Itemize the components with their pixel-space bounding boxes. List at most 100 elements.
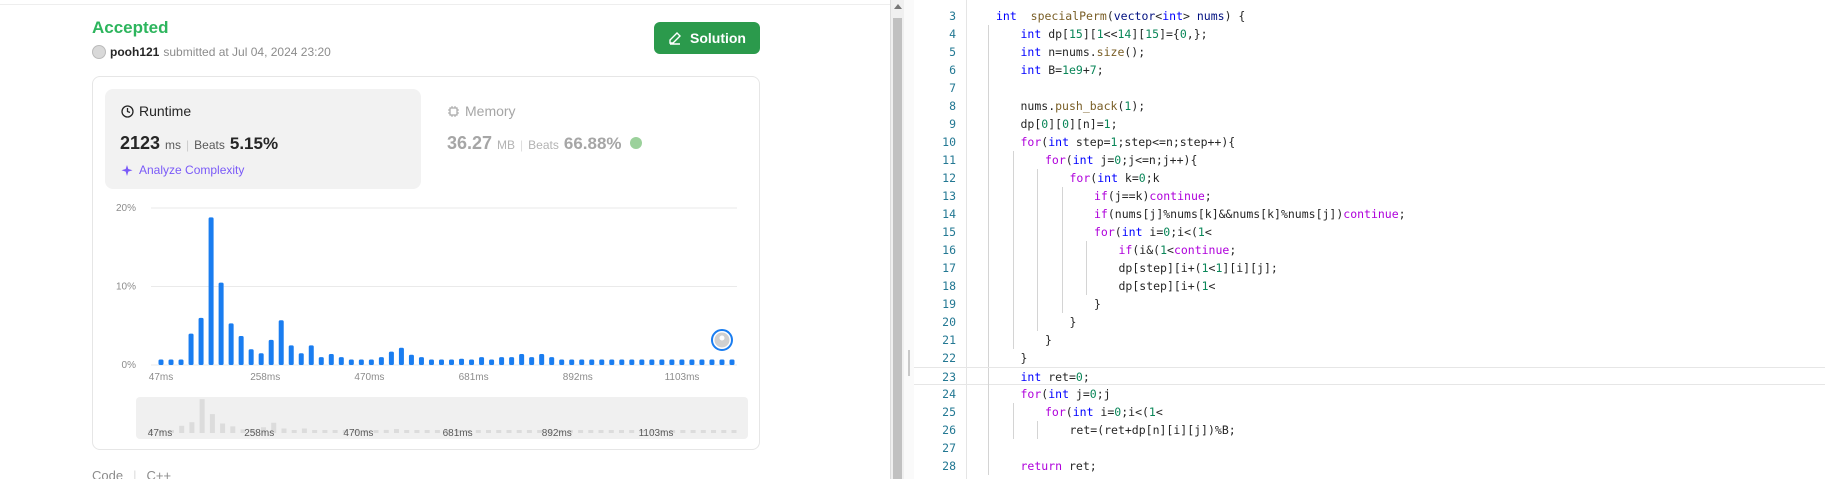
scroll-up-icon[interactable]: [894, 4, 902, 9]
chart-bar[interactable]: [278, 320, 284, 365]
chart-bar[interactable]: [599, 359, 605, 365]
panel-scrollbar[interactable]: [890, 0, 904, 479]
chart-bar[interactable]: [268, 339, 274, 365]
chart-bar[interactable]: [669, 359, 675, 365]
chart-bar[interactable]: [288, 345, 294, 365]
code-line[interactable]: 7: [914, 79, 1825, 97]
chart-bar[interactable]: [519, 354, 525, 365]
chart-bar[interactable]: [388, 351, 394, 365]
chart-bar[interactable]: [729, 359, 735, 365]
chart-bar[interactable]: [699, 359, 705, 365]
chart-bar[interactable]: [709, 359, 715, 365]
code-tab[interactable]: Code: [92, 468, 123, 479]
avatar[interactable]: [92, 45, 106, 59]
scrollbar-thumb[interactable]: [893, 18, 902, 479]
chart-bar[interactable]: [308, 345, 314, 365]
memory-tab[interactable]: Memory: [447, 103, 516, 119]
chart-bar[interactable]: [629, 359, 635, 365]
chart-bar[interactable]: [178, 359, 184, 365]
code-line[interactable]: 22}: [914, 349, 1825, 367]
chart-bar[interactable]: [168, 359, 174, 365]
chart-bar[interactable]: [238, 335, 244, 365]
chart-bar[interactable]: [559, 359, 565, 365]
chart-bar[interactable]: [218, 282, 224, 365]
code-line[interactable]: 26 ret=(ret+dp[n][i][j])%B;: [914, 421, 1825, 439]
code-line[interactable]: 3 int specialPerm(vector<int> nums) {: [914, 7, 1825, 25]
chart-bar[interactable]: [609, 359, 615, 365]
chart-bar[interactable]: [659, 359, 665, 365]
code-line[interactable]: 12 for(int k=0;k: [914, 169, 1825, 187]
chart-bar[interactable]: [499, 357, 505, 365]
solution-button[interactable]: Solution: [654, 22, 760, 54]
code-line[interactable]: 20}: [914, 313, 1825, 331]
mini-bar: [516, 430, 522, 433]
code-editor[interactable]: 3 int specialPerm(vector<int> nums) {4 int…: [914, 0, 1825, 479]
chart-bar[interactable]: [398, 347, 404, 365]
chart-range-slider[interactable]: 47ms 258ms 470ms 681ms 892ms 1103ms: [136, 397, 748, 439]
chart-bar[interactable]: [328, 354, 334, 365]
chart-bar[interactable]: [378, 357, 384, 365]
chart-bar[interactable]: [569, 359, 575, 365]
code-line[interactable]: 8 nums.push_back(1);: [914, 97, 1825, 115]
chart-bar[interactable]: [549, 357, 555, 365]
chart-bar[interactable]: [438, 359, 444, 365]
chart-bar[interactable]: [198, 317, 204, 365]
code-line[interactable]: 5 int n=nums.size();: [914, 43, 1825, 61]
code-line[interactable]: 25 for(int i=0;i<(1<: [914, 403, 1825, 421]
chart-bar[interactable]: [228, 323, 234, 365]
chart-bar[interactable]: [418, 357, 424, 365]
chart-bar[interactable]: [539, 354, 545, 365]
chart-bar[interactable]: [689, 359, 695, 365]
code-text: for(int i=0;i<(1<: [1045, 403, 1163, 421]
code-line[interactable]: 19}: [914, 295, 1825, 313]
code-line[interactable]: 15 for(int i=0;i<(1<: [914, 223, 1825, 241]
code-line[interactable]: 28 return ret;: [914, 457, 1825, 475]
chart-bar[interactable]: [459, 358, 465, 365]
runtime-distribution-chart[interactable]: 20% 10% 0% 47ms 258ms 470ms 681ms 892ms 1103ms: [92, 195, 760, 385]
code-line[interactable]: 16 if(i&(1<continue;: [914, 241, 1825, 259]
chart-bar[interactable]: [188, 333, 194, 365]
code-line[interactable]: 23 int ret=0;: [914, 367, 1825, 386]
chart-bar[interactable]: [529, 357, 535, 365]
chart-bar[interactable]: [368, 359, 374, 365]
chart-bar[interactable]: [318, 357, 324, 365]
indent-guide: [1012, 169, 1014, 187]
chart-bar[interactable]: [639, 359, 645, 365]
chart-bar[interactable]: [358, 359, 364, 365]
panel-resize-handle[interactable]: [908, 350, 910, 376]
code-line[interactable]: 13 if(j==k)continue;: [914, 187, 1825, 205]
chart-bar[interactable]: [679, 359, 685, 365]
code-line[interactable]: 11 for(int j=0;j<=n;j++){: [914, 151, 1825, 169]
chart-bar[interactable]: [428, 359, 434, 365]
code-line[interactable]: 21}: [914, 331, 1825, 349]
chart-bar[interactable]: [619, 359, 625, 365]
code-line[interactable]: 6 int B=1e9+7;: [914, 61, 1825, 79]
chart-bar[interactable]: [208, 217, 214, 365]
chart-bar[interactable]: [158, 359, 164, 365]
chart-bar[interactable]: [509, 357, 515, 365]
code-line[interactable]: 18 dp[step][i+(1<: [914, 277, 1825, 295]
chart-bar[interactable]: [338, 357, 344, 365]
chart-bar[interactable]: [649, 359, 655, 365]
code-line[interactable]: 10 for(int step=1;step<=n;step++){: [914, 133, 1825, 151]
chart-bar[interactable]: [258, 353, 264, 365]
username-link[interactable]: pooh121: [110, 45, 159, 59]
code-line[interactable]: 14 if(nums[j]%nums[k]&&nums[k]%nums[j])co…: [914, 205, 1825, 223]
chart-bar[interactable]: [449, 359, 455, 365]
code-line[interactable]: 24 for(int j=0;j: [914, 385, 1825, 403]
chart-bar[interactable]: [248, 349, 254, 365]
code-line[interactable]: 9 dp[0][0][n]=1;: [914, 115, 1825, 133]
chart-bar[interactable]: [298, 353, 304, 365]
chart-bar[interactable]: [469, 359, 475, 365]
chart-bar[interactable]: [408, 354, 414, 365]
chart-bar[interactable]: [348, 359, 354, 365]
code-line[interactable]: 4 int dp[15][1<<14][15]={0,};: [914, 25, 1825, 43]
chart-bar[interactable]: [589, 359, 595, 365]
chart-bar[interactable]: [719, 359, 725, 365]
code-line[interactable]: 17 dp[step][i+(1<1][i][j];: [914, 259, 1825, 277]
chart-bar[interactable]: [489, 359, 495, 365]
code-line[interactable]: 27: [914, 439, 1825, 457]
chart-bar[interactable]: [579, 359, 585, 365]
analyze-complexity-link[interactable]: Analyze Complexity: [121, 163, 244, 177]
chart-bar[interactable]: [479, 357, 485, 365]
